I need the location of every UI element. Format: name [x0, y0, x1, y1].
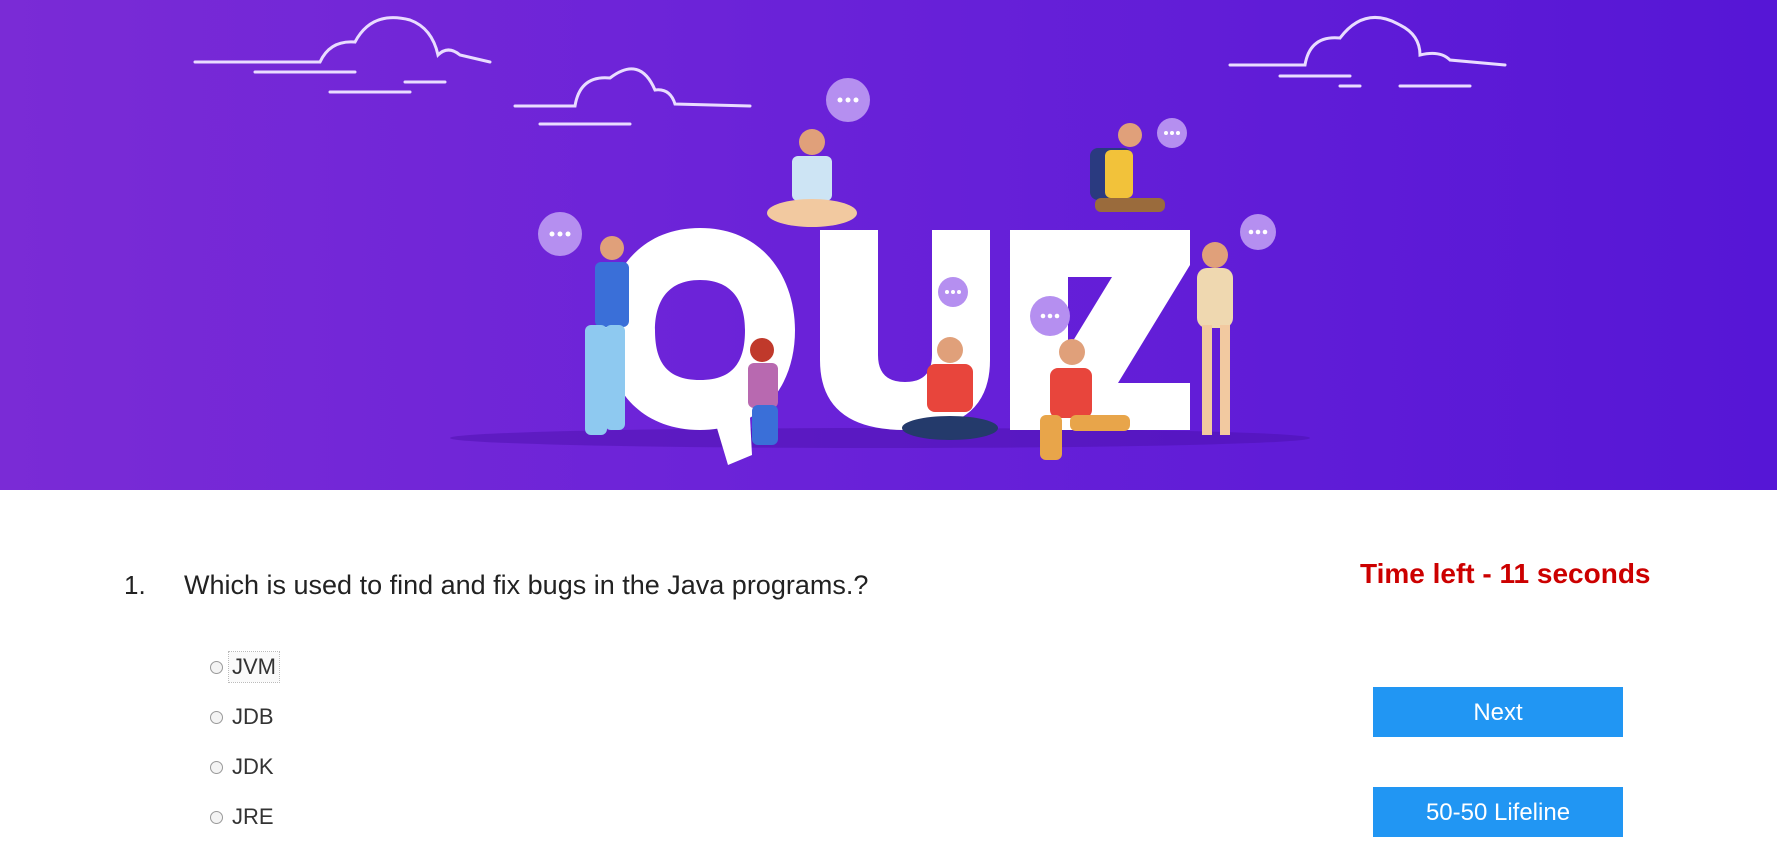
option-jvm[interactable]: JVM — [210, 650, 280, 684]
question-text: Which is used to find and fix bugs in th… — [184, 570, 869, 600]
radio-button[interactable] — [210, 760, 223, 774]
option-label: JDB — [232, 704, 274, 729]
option-jre[interactable]: JRE — [210, 800, 277, 834]
option-label: JVM — [228, 651, 280, 683]
timer: Time left - 11 seconds — [1360, 558, 1651, 590]
timer-seconds: 11 — [1499, 558, 1530, 589]
next-button[interactable]: Next — [1373, 687, 1623, 737]
radio-button[interactable] — [210, 710, 223, 724]
lifeline-button[interactable]: 50-50 Lifeline — [1373, 787, 1623, 837]
timer-suffix: seconds — [1529, 558, 1651, 589]
person-figure — [1090, 123, 1165, 212]
chat-bubble-icon — [938, 277, 968, 307]
quiz-banner — [0, 0, 1777, 490]
cloud-icon — [193, 16, 492, 94]
radio-button[interactable] — [210, 810, 223, 824]
question-number: 1. — [124, 570, 146, 600]
chat-bubble-icon — [826, 78, 870, 122]
cloud-icon — [1228, 16, 1507, 88]
option-label: JRE — [232, 804, 274, 829]
quiz-illustration — [193, 16, 1507, 465]
chat-bubble-icon — [1240, 214, 1276, 250]
option-jdk[interactable]: JDK — [210, 750, 277, 784]
person-figure — [767, 129, 857, 227]
chat-bubble-icon — [1157, 118, 1187, 148]
option-label: JDK — [232, 754, 274, 779]
radio-button[interactable] — [210, 660, 223, 674]
timer-prefix: Time left - — [1360, 558, 1500, 589]
person-figure — [1197, 242, 1233, 435]
question: 1. Which is used to find and fix bugs in… — [0, 560, 1300, 610]
person-figure — [585, 236, 629, 435]
cloud-icon — [513, 67, 752, 126]
option-jdb[interactable]: JDB — [210, 700, 277, 734]
chat-bubble-icon — [1030, 296, 1070, 336]
chat-bubble-icon — [538, 212, 582, 256]
